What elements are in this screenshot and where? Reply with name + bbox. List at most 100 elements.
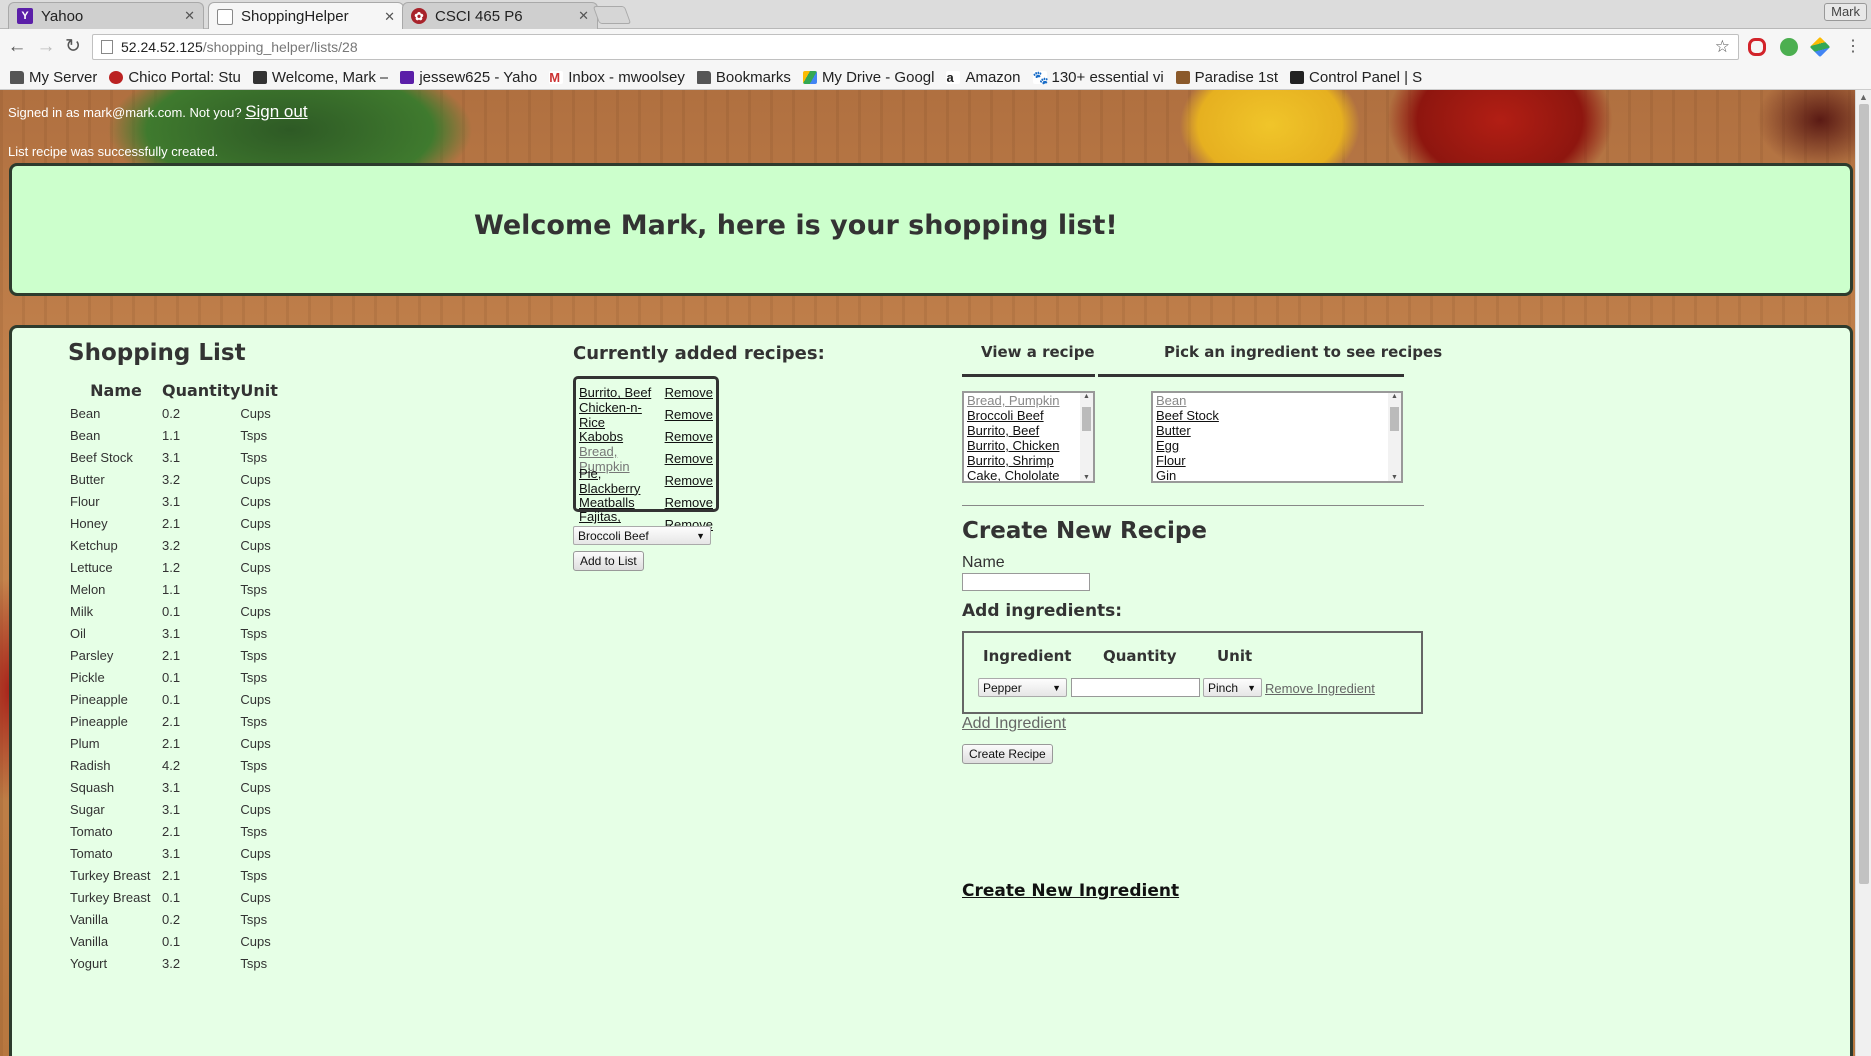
item-quantity-cell: 1.1 <box>162 427 181 443</box>
scrollbar-thumb[interactable] <box>1859 104 1869 884</box>
remove-recipe-link[interactable]: Remove <box>665 495 713 510</box>
item-unit-cell: Tsps <box>240 911 268 927</box>
list-item[interactable]: Broccoli Beef <box>964 408 1093 423</box>
scroll-up-icon[interactable]: ▲ <box>1083 393 1090 400</box>
list-item[interactable]: Bread, Pumpkin <box>964 393 1093 408</box>
recipe-link[interactable]: Burrito, Beef <box>579 385 651 400</box>
drive-icon[interactable] <box>1809 36 1831 58</box>
bookmark-yahoo-mail[interactable]: jessew625 - Yaho <box>400 69 537 86</box>
profile-button[interactable]: Mark <box>1824 3 1867 21</box>
close-icon[interactable]: ✕ <box>184 8 195 24</box>
opera-icon[interactable] <box>1748 38 1766 56</box>
recipe-link[interactable]: Chicken-n-Rice <box>579 400 665 430</box>
bookmark-gmail[interactable]: M Inbox - mwoolsey <box>549 69 685 86</box>
recipe-name-input[interactable] <box>962 573 1090 591</box>
recipe-link[interactable]: Pie, Blackberry <box>579 466 665 496</box>
recipe-select[interactable]: Broccoli Beef ▼ <box>573 526 711 545</box>
item-name-cell: Bean <box>70 405 101 421</box>
list-item[interactable]: Burrito, Beef <box>964 423 1093 438</box>
bookmark-my-server[interactable]: My Server <box>10 69 97 86</box>
item-name-cell: Flour <box>70 493 100 509</box>
tab-yahoo[interactable]: Y Yahoo ✕ <box>8 2 204 29</box>
menu-icon[interactable]: ⋮ <box>1843 37 1863 57</box>
add-ingredient-link[interactable]: Add Ingredient <box>962 715 1066 733</box>
create-new-ingredient-link[interactable]: Create New Ingredient <box>962 881 1179 901</box>
bank-icon <box>1175 70 1190 84</box>
pick-ingredient-listbox[interactable]: Bean Beef Stock Butter Egg Flour Gin ▲ ▼ <box>1151 391 1403 483</box>
list-item[interactable]: Flour <box>1153 453 1401 468</box>
remove-recipe-link[interactable]: Remove <box>665 473 713 488</box>
page-content: Signed in as mark@mark.com. Not you? Sig… <box>0 90 1855 1056</box>
bookmark-label: Chico Portal: Stu <box>128 68 241 86</box>
address-bar[interactable]: 52.24.52.125 /shopping_helper/lists/28 ☆ <box>92 34 1739 60</box>
add-ingredients-title: Add ingredients: <box>962 601 1123 621</box>
ingredient-select[interactable]: Pepper ▼ <box>978 678 1067 697</box>
unit-select[interactable]: Pinch ▼ <box>1203 678 1262 697</box>
recipe-link[interactable]: Kabobs <box>579 429 623 444</box>
sign-out-link[interactable]: Sign out <box>245 102 307 121</box>
scroll-up-icon[interactable]: ▲ <box>1391 393 1398 400</box>
list-item[interactable]: Egg <box>1153 438 1401 453</box>
tab-csci[interactable]: ✿ CSCI 465 P6 ✕ <box>402 2 598 29</box>
scroll-up-icon[interactable]: ▲ <box>1859 92 1868 102</box>
item-unit-cell: Cups <box>240 471 271 487</box>
create-recipe-button[interactable]: Create Recipe <box>962 744 1053 764</box>
reload-icon[interactable]: ↻ <box>63 37 83 57</box>
url-path: /shopping_helper/lists/28 <box>202 39 358 55</box>
new-tab-button[interactable] <box>592 6 632 24</box>
list-item[interactable]: Butter <box>1153 423 1401 438</box>
bookmark-paradise[interactable]: Paradise 1st <box>1175 69 1278 86</box>
item-quantity-cell: 0.2 <box>162 405 181 421</box>
listbox-scrollbar[interactable]: ▲ ▼ <box>1080 393 1093 481</box>
remove-ingredient-link[interactable]: Remove Ingredient <box>1265 681 1375 696</box>
scroll-down-icon[interactable]: ▼ <box>1391 474 1398 481</box>
bookmark-control-panel[interactable]: Control Panel | S <box>1290 69 1422 86</box>
item-name-cell: Melon <box>70 581 106 597</box>
list-item[interactable]: Gin <box>1153 468 1401 481</box>
bookmark-my-drive[interactable]: My Drive - Googl <box>802 69 934 86</box>
table-row: Turkey Breast 2.1 Tsps <box>70 864 278 886</box>
close-icon[interactable]: ✕ <box>578 8 589 24</box>
item-unit-cell: Tsps <box>240 867 268 883</box>
item-quantity-cell: 2.1 <box>162 713 181 729</box>
view-recipe-listbox[interactable]: Bread, Pumpkin Broccoli Beef Burrito, Beef… <box>962 391 1095 483</box>
recipe-link[interactable]: Meatballs <box>579 495 635 510</box>
item-unit-cell: Tsps <box>240 581 268 597</box>
item-name-cell: Pineapple <box>70 691 128 707</box>
forward-icon[interactable]: → <box>36 37 56 57</box>
item-quantity-cell: 0.1 <box>162 669 181 685</box>
listbox-scrollbar[interactable]: ▲ ▼ <box>1388 393 1401 481</box>
list-item[interactable]: Burrito, Chicken <box>964 438 1093 453</box>
list-item[interactable]: Cake, Chololate <box>964 468 1093 481</box>
scroll-down-icon[interactable]: ▼ <box>1083 474 1090 481</box>
browser-tab-bar: Y Yahoo ✕ ShoppingHelper ✕ ✿ CSCI 465 P6… <box>0 0 1871 30</box>
evernote-icon[interactable] <box>1780 38 1798 56</box>
list-item[interactable]: Beef Stock <box>1153 408 1401 423</box>
bookmark-bookmarks-folder[interactable]: Bookmarks <box>696 69 791 86</box>
bookmark-130-essential[interactable]: 🐾 130+ essential vi <box>1032 69 1164 86</box>
remove-recipe-link[interactable]: Remove <box>665 407 713 422</box>
remove-recipe-link[interactable]: Remove <box>665 385 713 400</box>
back-icon[interactable]: ← <box>7 37 27 57</box>
bookmark-star-icon[interactable]: ☆ <box>1715 37 1730 57</box>
url-host: 52.24.52.125 <box>121 39 203 55</box>
scrollbar-thumb[interactable] <box>1082 407 1091 431</box>
recipe-select-value: Broccoli Beef <box>578 528 649 543</box>
item-name-cell: Vanilla <box>70 933 109 949</box>
tab-shoppinghelper[interactable]: ShoppingHelper ✕ <box>208 2 404 30</box>
page-scrollbar[interactable]: ▲ <box>1855 90 1871 1056</box>
remove-recipe-link[interactable]: Remove <box>665 451 713 466</box>
bookmark-chico-portal[interactable]: Chico Portal: Stu <box>109 69 241 86</box>
close-icon[interactable]: ✕ <box>384 9 395 25</box>
remove-recipe-link[interactable]: Remove <box>665 429 713 444</box>
list-item[interactable]: Burrito, Shrimp <box>964 453 1093 468</box>
list-item[interactable]: Bean <box>1153 393 1401 408</box>
bookmark-welcome-mark[interactable]: Welcome, Mark – <box>252 69 388 86</box>
bookmark-label: Inbox - mwoolsey <box>568 68 685 86</box>
signed-in-status: Signed in as mark@mark.com. Not you? Sig… <box>8 102 308 122</box>
add-to-list-button[interactable]: Add to List <box>573 551 644 571</box>
quantity-input[interactable] <box>1071 678 1200 697</box>
item-unit-cell: Cups <box>240 889 271 905</box>
scrollbar-thumb[interactable] <box>1390 407 1399 431</box>
bookmark-amazon[interactable]: a Amazon <box>946 69 1021 86</box>
